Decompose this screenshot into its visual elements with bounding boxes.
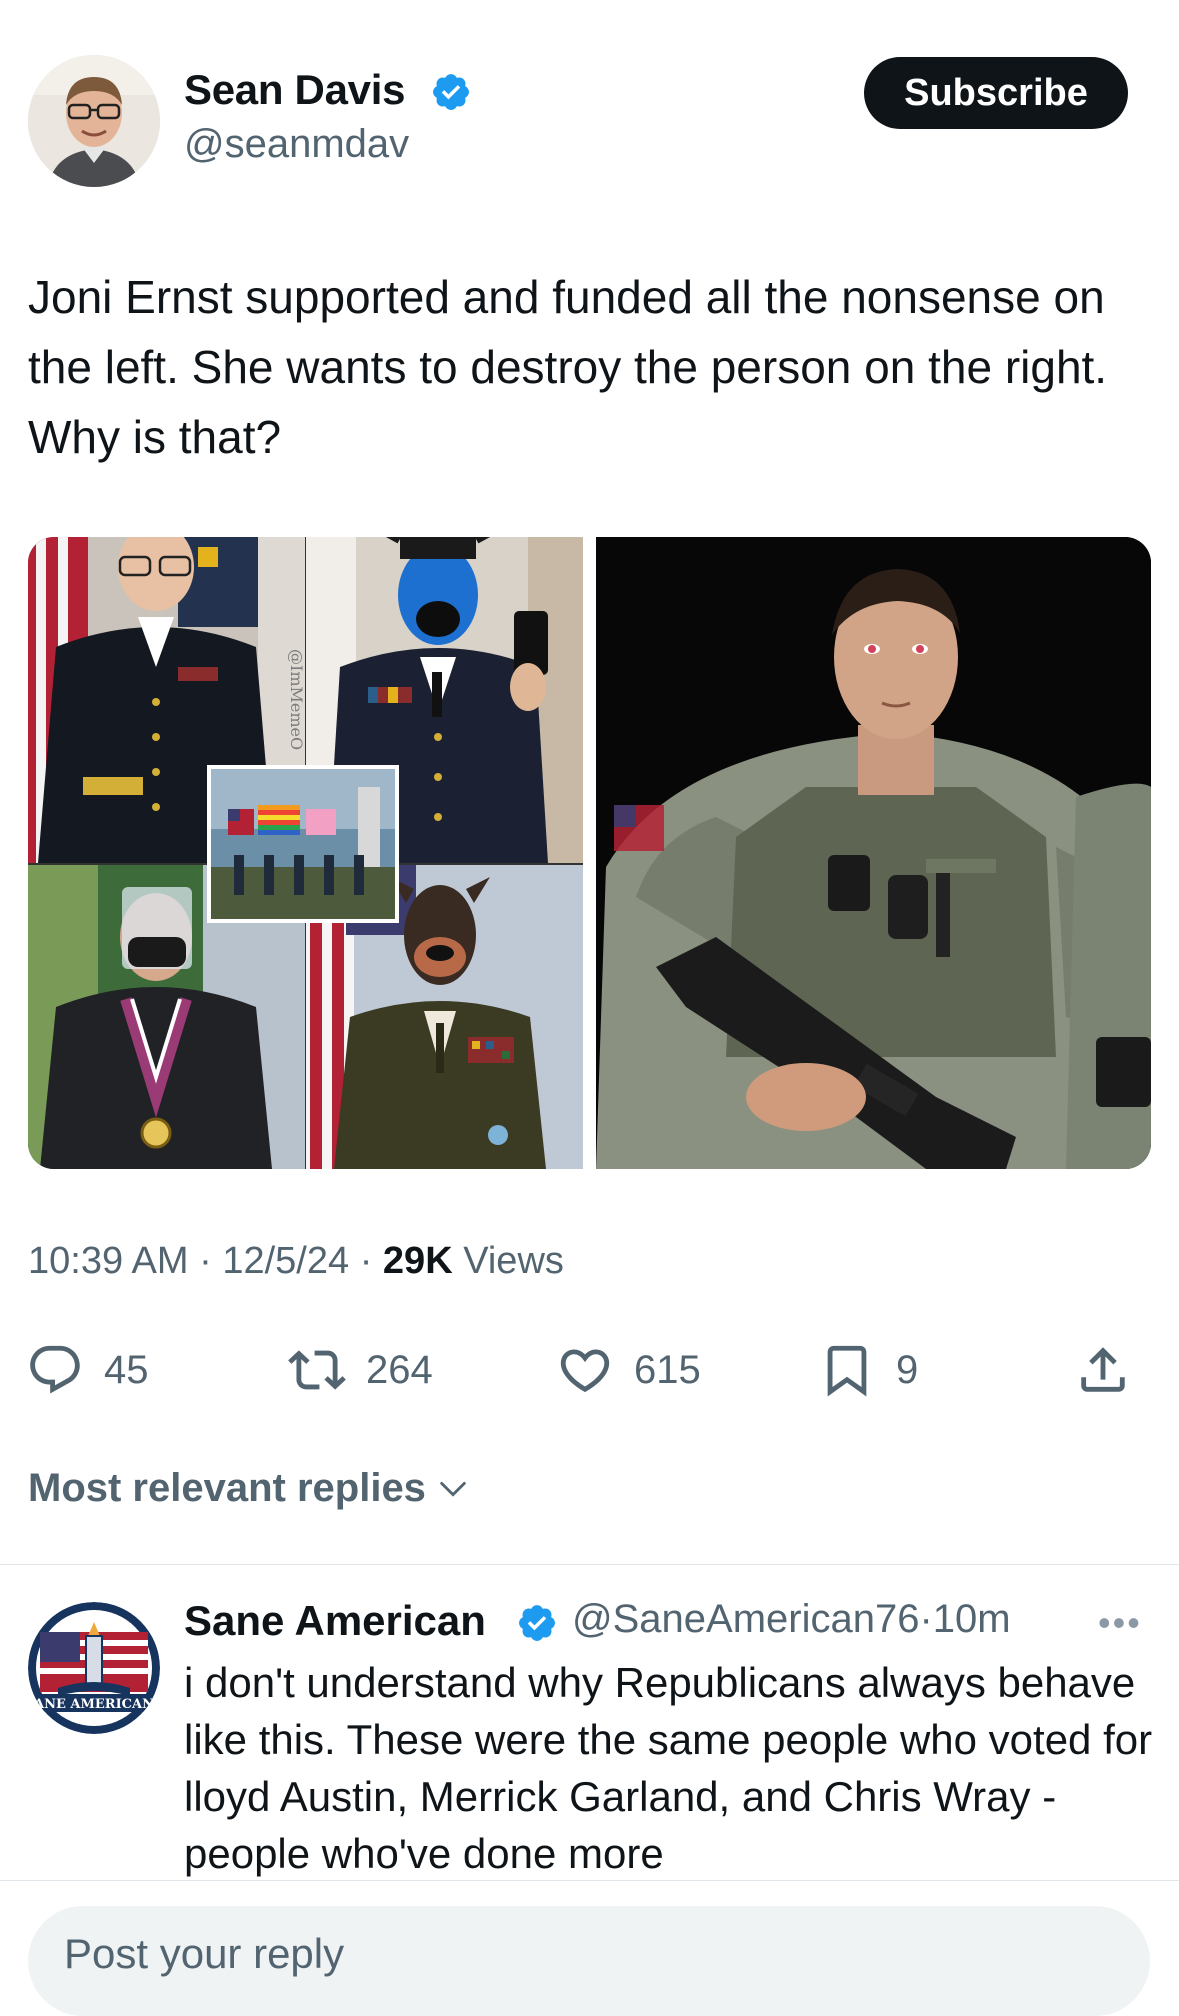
- like-icon: [560, 1349, 610, 1393]
- tweet-text: Joni Ernst supported and funded all the …: [28, 271, 1108, 463]
- more-icon[interactable]: •••: [1098, 1602, 1142, 1644]
- tweet-time: 10:39 AM: [28, 1240, 189, 1282]
- composer-divider: [0, 1880, 1179, 1881]
- reply-handle-time: @SaneAmerican76·10m: [572, 1597, 1011, 1642]
- reply-text: i don't understand why Republicans alway…: [184, 1659, 1153, 1877]
- replies-sort-dropdown[interactable]: Most relevant replies: [28, 1466, 470, 1511]
- replies-sort-label: Most relevant replies: [28, 1466, 426, 1510]
- meta-separator: ·: [359, 1240, 373, 1282]
- author-name[interactable]: Sean Davis: [184, 66, 405, 114]
- subscribe-button[interactable]: Subscribe: [864, 57, 1128, 129]
- reply-author-avatar[interactable]: ANE AMERICAN: [28, 1602, 160, 1734]
- tweet-date[interactable]: 12/5/24: [222, 1240, 349, 1282]
- author-avatar[interactable]: [28, 55, 160, 187]
- bookmark-count: 9: [896, 1347, 919, 1392]
- reply-author-handle[interactable]: @SaneAmerican76: [572, 1597, 919, 1641]
- repost-action[interactable]: 264: [288, 1340, 433, 1400]
- reply-time[interactable]: 10m: [933, 1597, 1011, 1641]
- chevron-down-icon: [440, 1481, 466, 1497]
- reply-avatar-text: ANE AMERICAN: [33, 1697, 154, 1712]
- share-icon: [1081, 1347, 1125, 1392]
- like-count: 615: [634, 1347, 701, 1392]
- views-count: 29K: [382, 1240, 453, 1282]
- share-action[interactable]: [1074, 1340, 1132, 1400]
- reply-action[interactable]: 45: [26, 1340, 149, 1400]
- reply-count: 45: [104, 1347, 149, 1392]
- tweet-meta: 10:39 AM · 12/5/24 · 29K Views: [28, 1240, 564, 1283]
- tweet-image-soldier[interactable]: [596, 537, 1151, 1169]
- bookmark-action[interactable]: 9: [818, 1340, 918, 1400]
- image-watermark: @ImMemeO: [287, 649, 306, 750]
- reply-icon: [30, 1345, 80, 1394]
- reply-time-separator: ·: [919, 1597, 933, 1641]
- section-divider: [0, 1564, 1179, 1565]
- repost-count: 264: [366, 1347, 433, 1392]
- bookmark-icon: [827, 1345, 867, 1397]
- tweet-image-collage[interactable]: @ImMemeO: [28, 537, 583, 1169]
- meta-separator: ·: [199, 1240, 212, 1282]
- repost-icon: [288, 1350, 346, 1390]
- views-label: Views: [463, 1240, 564, 1282]
- reply-composer-placeholder[interactable]: Post your reply: [64, 1930, 344, 1978]
- author-handle[interactable]: @seanmdav: [184, 122, 409, 167]
- reply-author-name[interactable]: Sane American: [184, 1597, 486, 1645]
- verified-badge-icon: [519, 1605, 555, 1641]
- verified-badge-icon: [433, 74, 469, 110]
- like-action[interactable]: 615: [556, 1340, 701, 1400]
